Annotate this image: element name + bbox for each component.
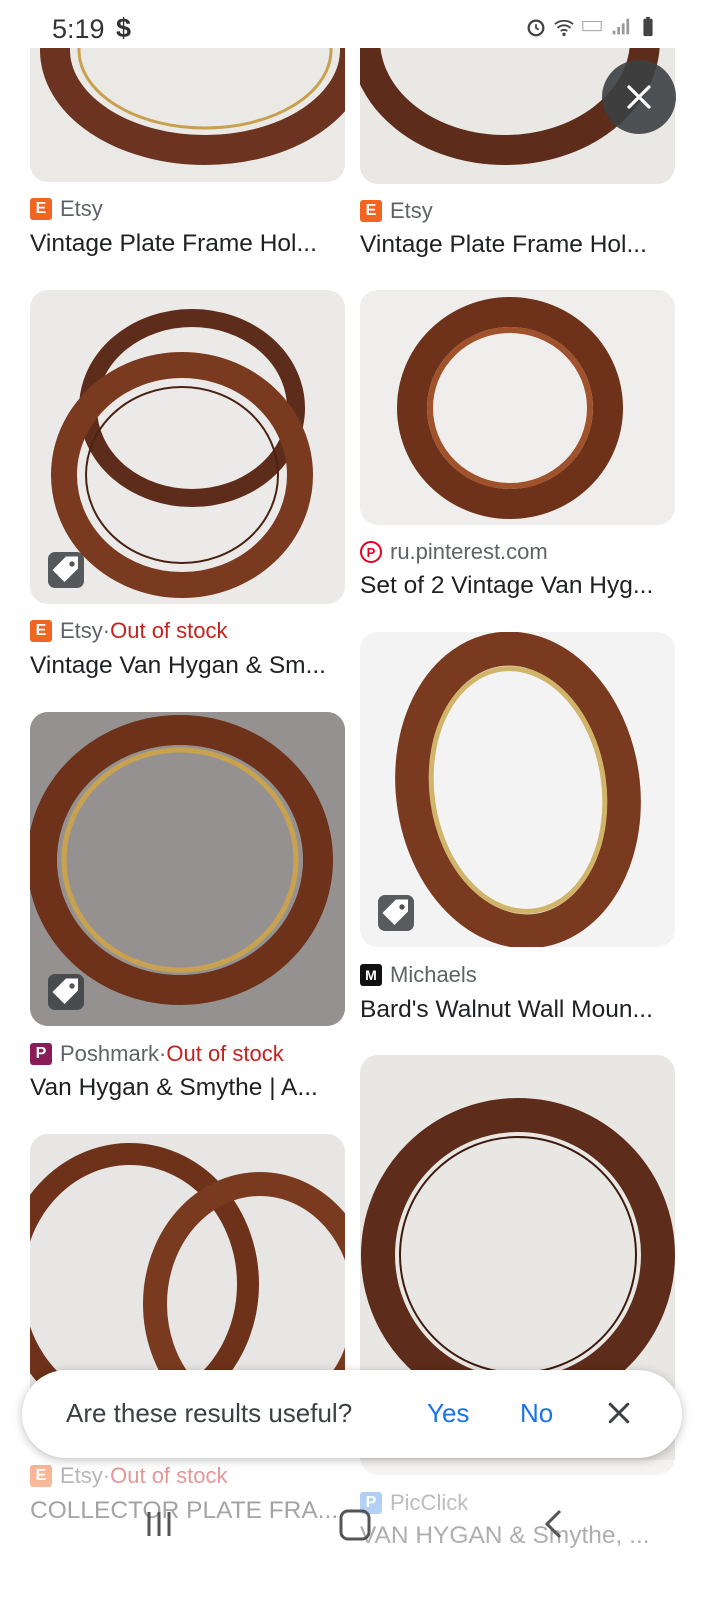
system-navigation-bar <box>0 1490 719 1600</box>
etsy-favicon-icon: E <box>30 198 52 220</box>
separator: · <box>102 618 111 643</box>
source-name: ru.pinterest.com <box>390 539 548 564</box>
result-image-5[interactable] <box>360 632 675 947</box>
battery-icon <box>643 16 653 37</box>
result-source-6: P Poshmark · Out of stock <box>30 1041 284 1067</box>
out-of-stock-label: Out of stock <box>110 1463 228 1488</box>
feedback-question: Are these results useful? <box>66 1398 353 1428</box>
etsy-favicon-icon: E <box>360 200 382 222</box>
pinterest-favicon-icon: P <box>360 541 382 563</box>
price-tag-icon <box>378 895 414 931</box>
etsy-favicon-icon: E <box>30 1465 52 1487</box>
status-icons <box>525 16 659 38</box>
status-time: 5:19 <box>52 14 105 44</box>
result-source-4: P ru.pinterest.com <box>360 539 548 565</box>
result-title-5[interactable]: Bard's Walnut Wall Moun... <box>360 996 653 1024</box>
recent-apps-icon[interactable] <box>143 1508 175 1540</box>
out-of-stock-label: Out of stock <box>166 1041 284 1066</box>
close-button[interactable] <box>602 60 676 134</box>
etsy-favicon-icon: E <box>30 620 52 642</box>
result-title-4[interactable]: Set of 2 Vintage Van Hyg... <box>360 572 653 600</box>
price-tag-icon <box>48 552 84 588</box>
poshmark-favicon-icon: P <box>30 1043 52 1065</box>
result-title-6[interactable]: Van Hygan & Smythe | A... <box>30 1074 318 1102</box>
result-source-3: E Etsy · Out of stock <box>30 618 228 644</box>
status-dollar-icon: $ <box>116 13 132 43</box>
source-name: Etsy <box>60 1463 103 1488</box>
back-icon[interactable] <box>540 1508 568 1540</box>
result-image-3[interactable] <box>30 290 345 604</box>
source-name: Etsy <box>60 618 103 643</box>
result-source-7: E Etsy · Out of stock <box>30 1463 228 1489</box>
lte-icon <box>582 21 602 32</box>
status-bar: 5:19 $ <box>0 0 719 48</box>
feedback-prompt: Are these results useful? Yes No <box>22 1370 682 1458</box>
source-name: Poshmark <box>60 1041 160 1066</box>
alarm-icon <box>527 19 545 37</box>
result-title-1[interactable]: Vintage Plate Frame Hol... <box>30 230 317 258</box>
source-name: Michaels <box>390 962 477 987</box>
result-image-6[interactable] <box>30 712 345 1026</box>
michaels-favicon-icon: M <box>360 964 382 986</box>
separator: · <box>102 1463 111 1488</box>
result-source-2: E Etsy <box>360 198 433 224</box>
close-icon <box>627 85 651 109</box>
feedback-dismiss-icon[interactable] <box>604 1398 634 1428</box>
home-icon[interactable] <box>338 1508 372 1542</box>
result-title-2[interactable]: Vintage Plate Frame Hol... <box>360 231 647 259</box>
source-name: Etsy <box>60 196 103 221</box>
result-title-3[interactable]: Vintage Van Hygan & Sm... <box>30 652 326 680</box>
price-tag-icon <box>48 974 84 1010</box>
signal-icon <box>612 18 630 35</box>
feedback-no-button[interactable]: No <box>520 1398 553 1429</box>
result-image-4[interactable] <box>360 290 675 525</box>
feedback-yes-button[interactable]: Yes <box>427 1398 469 1429</box>
source-name: Etsy <box>390 198 433 223</box>
result-source-1: E Etsy <box>30 196 103 222</box>
out-of-stock-label: Out of stock <box>110 618 228 643</box>
separator: · <box>159 1041 167 1066</box>
wifi-icon <box>554 19 574 36</box>
result-source-5: M Michaels <box>360 962 477 988</box>
